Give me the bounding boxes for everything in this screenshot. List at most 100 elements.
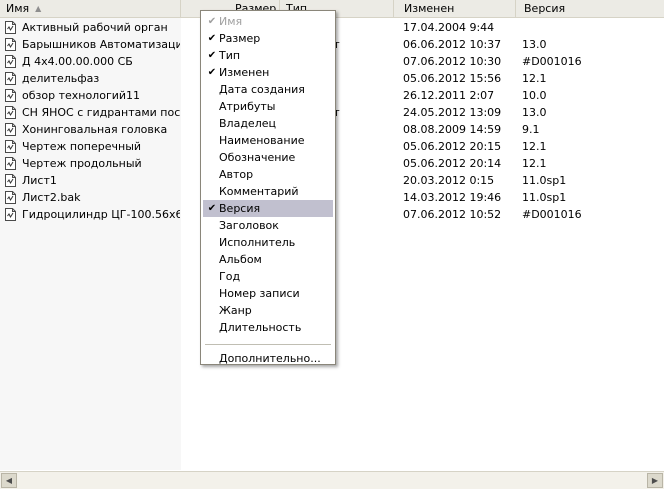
menu-item[interactable]: Владелец [203,115,333,132]
menu-item-label: Исполнитель [219,236,296,249]
file-name: СН ЯНОС с гидрантами посл... [22,106,180,119]
menu-item-label: Длительность [219,321,302,334]
file-name: Хонинговальная головка [22,123,168,136]
menu-item-label: Заголовок [219,219,279,232]
menu-item[interactable]: ✔ Тип [203,47,333,64]
horizontal-scrollbar[interactable]: ◀ ▶ [0,471,664,489]
menu-item-label: Имя [219,15,243,28]
file-name: делительфаз [22,72,100,85]
menu-item[interactable]: Автор [203,166,333,183]
arrow-left-icon[interactable]: ◀ [1,473,17,488]
file-version: 12.1 [522,140,547,153]
menu-item[interactable]: Наименование [203,132,333,149]
file-version: 10.0 [522,89,547,102]
document-icon [5,123,16,136]
document-icon [5,191,16,204]
menu-item[interactable]: ✔ Изменен [203,64,333,81]
column-header-version[interactable]: Версия [516,0,664,17]
menu-item-more-label: Дополнительно... [219,352,321,365]
column-header-modified-label: Изменен [404,2,455,15]
file-version: 12.1 [522,72,547,85]
column-header-version-label: Версия [524,2,566,15]
column-header-modified[interactable]: Изменен [394,0,516,17]
column-chooser-menu: ✔ Имя ✔ Размер ✔ Тип ✔ Изменен Дата создания Атри… [200,10,336,365]
file-version: #D001016 [522,208,582,221]
sort-ascending-icon: ▲ [35,4,42,13]
file-modified: 17.04.2004 9:44 [403,21,495,34]
file-name: Чертеж поперечный [22,140,142,153]
document-icon [5,38,16,51]
checkmark-icon: ✔ [207,16,217,27]
checkmark-icon: ✔ [207,67,217,78]
file-modified: 24.05.2012 13:09 [403,106,502,119]
document-icon [5,55,16,68]
checkmark-icon: ✔ [207,33,217,44]
menu-item[interactable]: Дата создания [203,81,333,98]
menu-item[interactable]: Исполнитель [203,234,333,251]
file-version: #D001016 [522,55,582,68]
menu-item-label: Альбом [219,253,262,266]
file-modified: 06.06.2012 10:37 [403,38,502,51]
column-header-name-label: Имя [6,2,30,15]
menu-item[interactable]: Комментарий [203,183,333,200]
file-modified: 05.06.2012 15:56 [403,72,502,85]
file-modified: 07.06.2012 10:30 [403,55,502,68]
menu-item[interactable]: Обозначение [203,149,333,166]
menu-item[interactable]: Жанр [203,302,333,319]
file-name: обзор технологий11 [22,89,141,102]
file-modified: 07.06.2012 10:52 [403,208,502,221]
column-header-name[interactable]: Имя ▲ [0,0,181,17]
menu-item-label: Дата создания [219,83,305,96]
menu-item: ✔ Имя [203,13,333,30]
document-icon [5,72,16,85]
document-icon [5,208,16,221]
file-name: Лист2.bak [22,191,81,204]
menu-item[interactable]: Год [203,268,333,285]
document-icon [5,174,16,187]
menu-item-label: Версия [219,202,261,215]
menu-item[interactable]: Атрибуты [203,98,333,115]
file-name: Барышников Автоматизаци... [22,38,180,51]
menu-item[interactable]: Заголовок [203,217,333,234]
file-version: 12.1 [522,157,547,170]
file-version: 13.0 [522,38,547,51]
menu-item[interactable]: Альбом [203,251,333,268]
document-icon [5,140,16,153]
menu-item[interactable]: Номер записи [203,285,333,302]
file-modified: 14.03.2012 19:46 [403,191,502,204]
file-version: 11.0sp1 [522,174,567,187]
menu-item-more[interactable]: Дополнительно... [203,350,333,367]
file-modified: 20.03.2012 0:15 [403,174,495,187]
file-name: Чертеж продольный [22,157,142,170]
menu-item-label: Комментарий [219,185,299,198]
file-name: Лист1 [22,174,57,187]
file-name: Д 4х4.00.00.000 СБ [22,55,133,68]
menu-item[interactable]: Длительность [203,319,333,336]
file-modified: 05.06.2012 20:14 [403,157,502,170]
file-version: 11.0sp1 [522,191,567,204]
checkmark-icon: ✔ [207,50,217,61]
menu-item-label: Атрибуты [219,100,276,113]
menu-item-label: Изменен [219,66,270,79]
document-icon [5,89,16,102]
file-modified: 26.12.2011 2:07 [403,89,495,102]
menu-item[interactable]: ✔ Версия [203,200,333,217]
document-icon [5,21,16,34]
file-version: 13.0 [522,106,547,119]
menu-item-label: Номер записи [219,287,300,300]
menu-item-label: Обозначение [219,151,296,164]
menu-item-label: Автор [219,168,254,181]
arrow-right-icon[interactable]: ▶ [647,473,663,488]
file-name: Гидроцилиндр ЦГ-100.56х6... [22,208,180,221]
menu-item-label: Жанр [219,304,252,317]
menu-separator [205,344,331,345]
menu-item-label: Размер [219,32,261,45]
menu-item[interactable]: ✔ Размер [203,30,333,47]
file-modified: 08.08.2009 14:59 [403,123,502,136]
file-name: Активный рабочий орган [22,21,168,34]
file-version [522,19,652,36]
menu-item-label: Наименование [219,134,305,147]
document-icon [5,106,16,119]
file-version: 9.1 [522,123,540,136]
checkmark-icon: ✔ [207,203,217,214]
